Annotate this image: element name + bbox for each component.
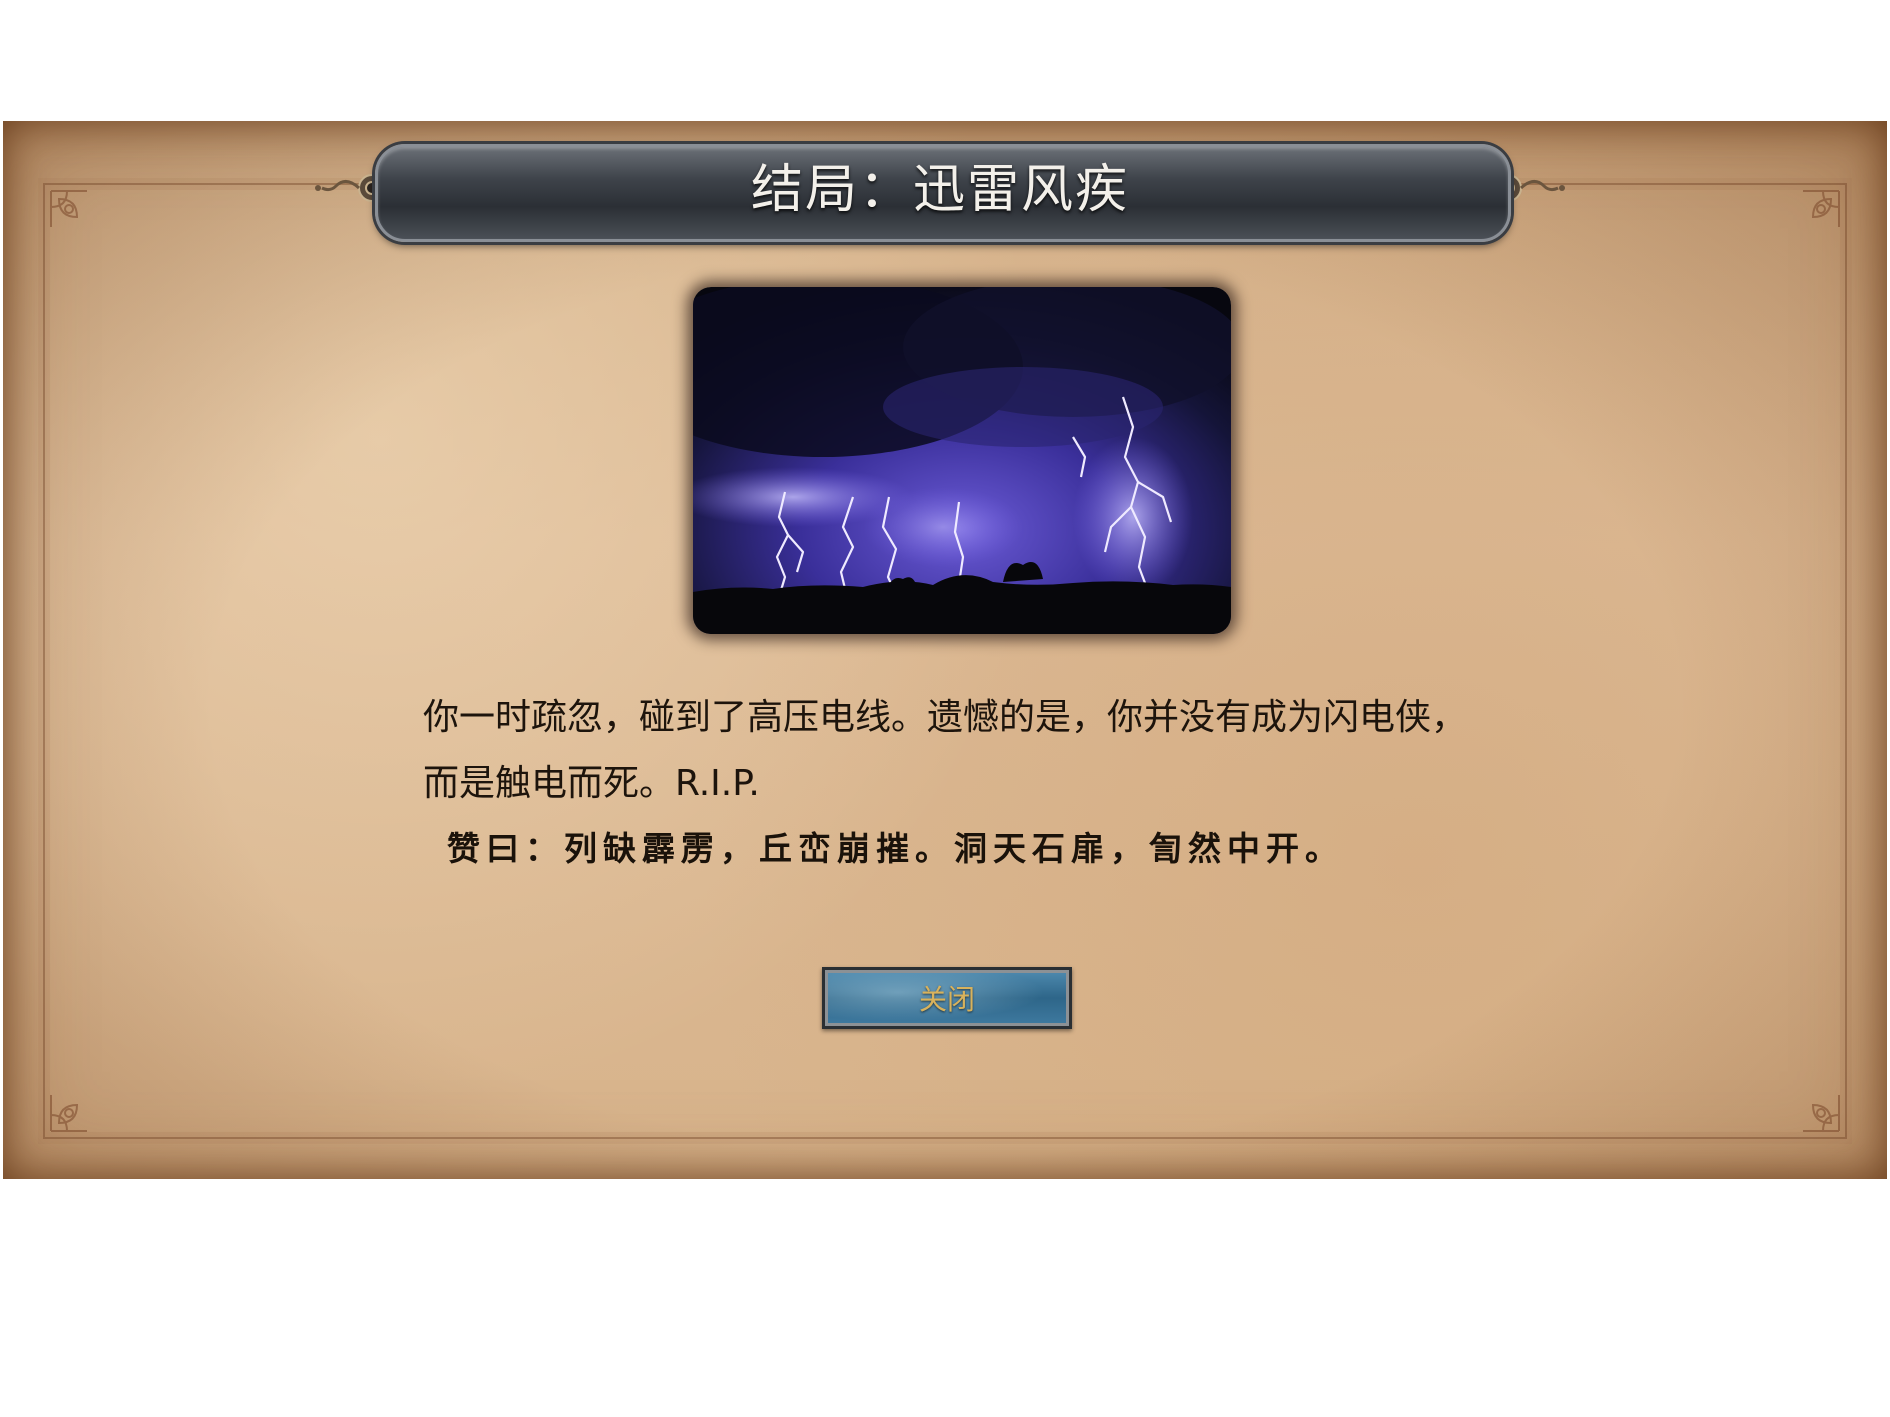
corner-ornament-icon xyxy=(1803,1095,1840,1132)
ending-verse: 赞曰：列缺霹雳，丘峦崩摧。洞天石扉，訇然中开。 xyxy=(447,829,1344,868)
ending-description-line: 你一时疏忽，碰到了高压电线。遗憾的是，你并没有成为闪电侠， xyxy=(423,697,1468,738)
close-button[interactable]: 关闭 xyxy=(822,967,1072,1029)
close-button-label: 关闭 xyxy=(918,983,975,1016)
ending-description: 你一时疏忽，碰到了高压电线。遗憾的是，你并没有成为闪电侠， 而是触电而死。R.I… xyxy=(423,685,1503,817)
corner-ornament-icon xyxy=(50,190,87,227)
corner-ornament-icon xyxy=(1803,190,1840,227)
lightning-storm-image xyxy=(693,287,1231,634)
corner-ornament-icon xyxy=(50,1095,87,1132)
ending-description-line: 而是触电而死。R.I.P. xyxy=(423,763,760,804)
dialog-title: 结局：迅雷风疾 xyxy=(750,160,1129,220)
